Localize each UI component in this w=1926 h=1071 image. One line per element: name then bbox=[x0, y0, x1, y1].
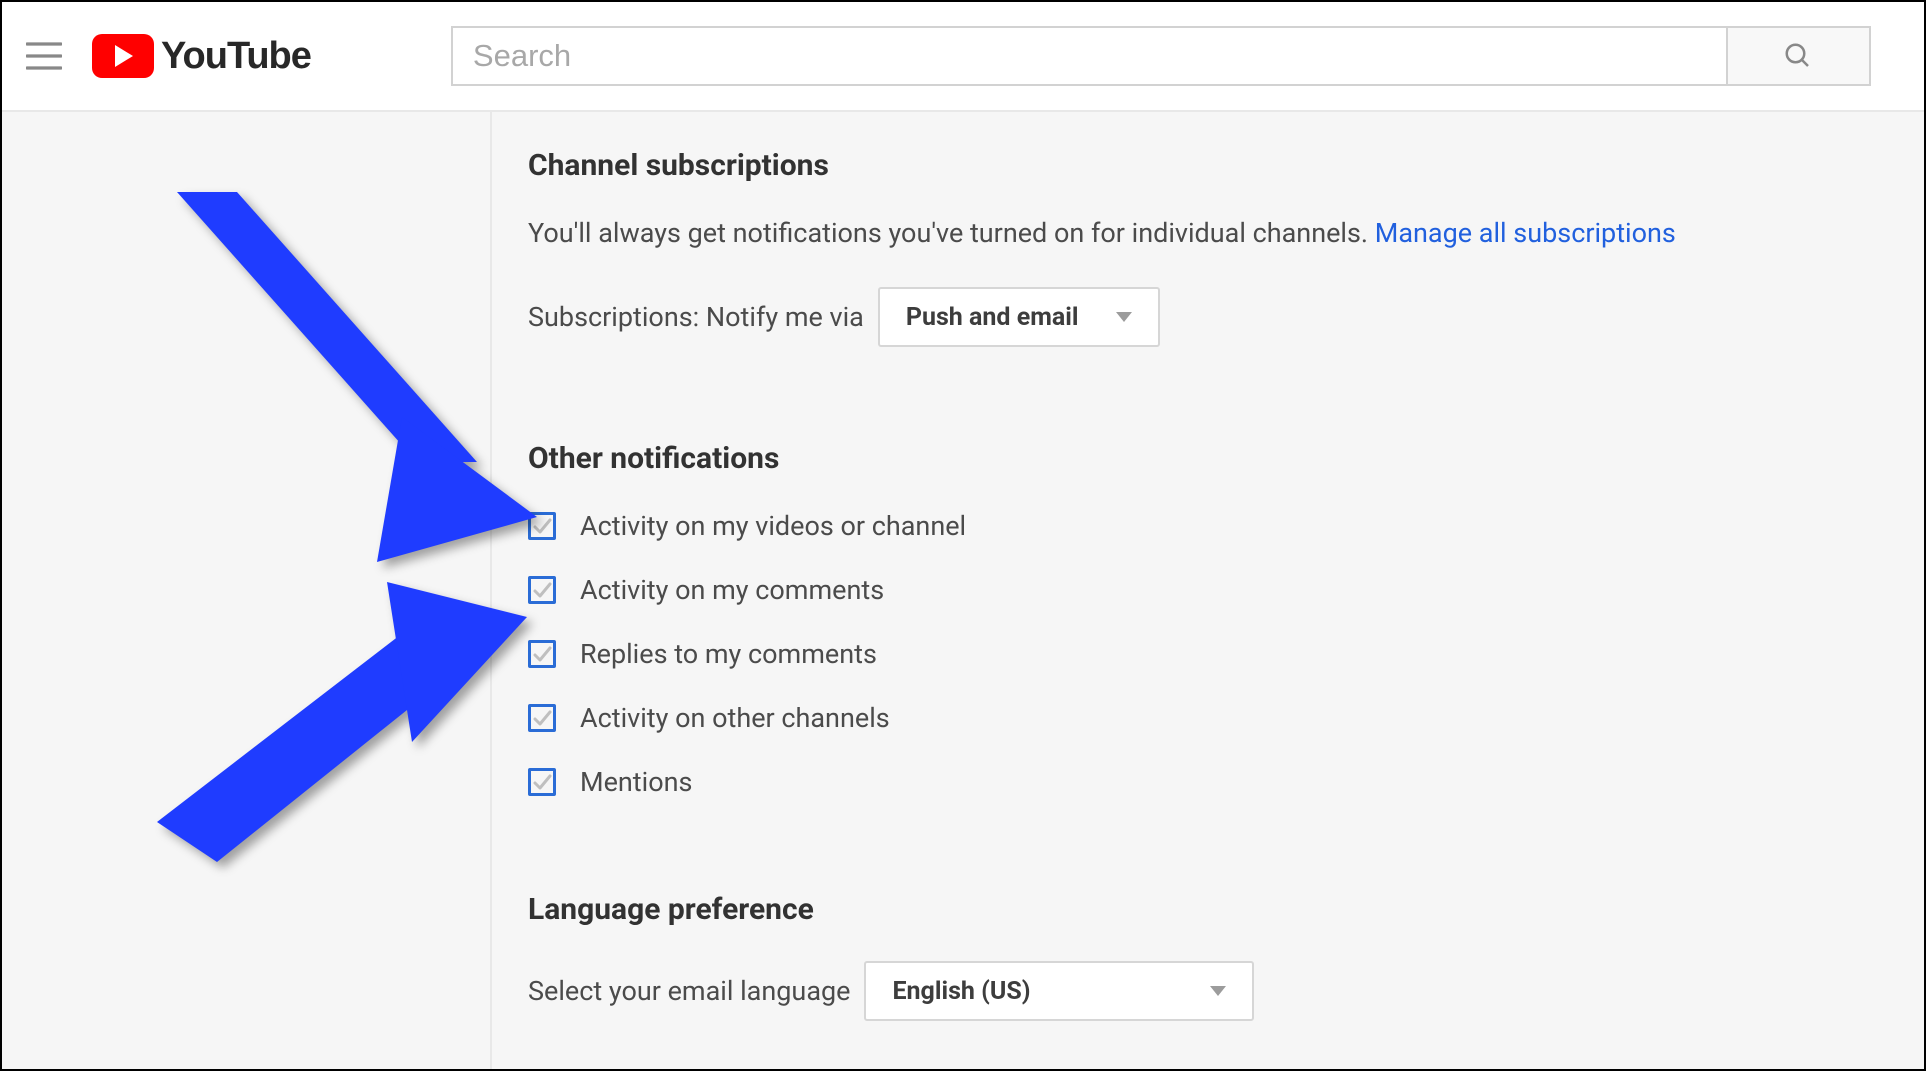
app-header: YouTube bbox=[2, 2, 1924, 112]
language-dropdown-value: English (US) bbox=[892, 977, 1030, 1006]
main: Channel subscriptions You'll always get … bbox=[2, 112, 1924, 1069]
chevron-down-icon bbox=[1116, 312, 1132, 322]
brand-text: YouTube bbox=[161, 35, 311, 78]
checkbox-row: Activity on other channels bbox=[528, 702, 1884, 734]
play-icon bbox=[92, 34, 154, 78]
checkbox[interactable] bbox=[528, 512, 556, 540]
youtube-logo[interactable]: YouTube bbox=[92, 34, 311, 78]
subscriptions-description: You'll always get notifications you've t… bbox=[528, 217, 1884, 249]
checkbox-label: Activity on other channels bbox=[580, 702, 890, 734]
language-row: Select your email language English (US) bbox=[528, 961, 1884, 1021]
section-other-notifications: Other notifications Activity on my video… bbox=[528, 441, 1884, 798]
section-title: Channel subscriptions bbox=[528, 148, 1884, 183]
notify-dropdown[interactable]: Push and email bbox=[878, 287, 1161, 347]
checkbox-row: Mentions bbox=[528, 766, 1884, 798]
checkbox-row: Activity on my videos or channel bbox=[528, 510, 1884, 542]
section-channel-subscriptions: Channel subscriptions You'll always get … bbox=[528, 148, 1884, 347]
section-language-preference: Language preference Select your email la… bbox=[528, 892, 1884, 1021]
chevron-down-icon bbox=[1210, 986, 1226, 996]
checkbox-label: Activity on my comments bbox=[580, 574, 884, 606]
other-notifications-list: Activity on my videos or channel Activit… bbox=[528, 510, 1884, 798]
search-icon bbox=[1783, 41, 1813, 71]
checkbox[interactable] bbox=[528, 576, 556, 604]
search-bar bbox=[451, 26, 1871, 86]
checkbox-label: Replies to my comments bbox=[580, 638, 877, 670]
search-button[interactable] bbox=[1726, 26, 1871, 86]
search-input[interactable] bbox=[451, 26, 1726, 86]
settings-content: Channel subscriptions You'll always get … bbox=[492, 112, 1924, 1069]
checkbox-label: Mentions bbox=[580, 766, 692, 798]
section-title: Language preference bbox=[528, 892, 1884, 927]
checkbox-row: Activity on my comments bbox=[528, 574, 1884, 606]
notify-dropdown-value: Push and email bbox=[906, 303, 1079, 332]
notify-label: Subscriptions: Notify me via bbox=[528, 301, 864, 333]
manage-subscriptions-link[interactable]: Manage all subscriptions bbox=[1375, 217, 1676, 249]
checkbox[interactable] bbox=[528, 768, 556, 796]
checkbox-label: Activity on my videos or channel bbox=[580, 510, 966, 542]
section-title: Other notifications bbox=[528, 441, 1884, 476]
language-dropdown[interactable]: English (US) bbox=[864, 961, 1254, 1021]
notify-row: Subscriptions: Notify me via Push and em… bbox=[528, 287, 1884, 347]
language-label: Select your email language bbox=[528, 975, 850, 1007]
subscriptions-description-text: You'll always get notifications you've t… bbox=[528, 217, 1375, 249]
checkbox[interactable] bbox=[528, 704, 556, 732]
checkbox-row: Replies to my comments bbox=[528, 638, 1884, 670]
checkbox[interactable] bbox=[528, 640, 556, 668]
sidebar bbox=[2, 112, 492, 1069]
menu-icon[interactable] bbox=[24, 36, 64, 76]
